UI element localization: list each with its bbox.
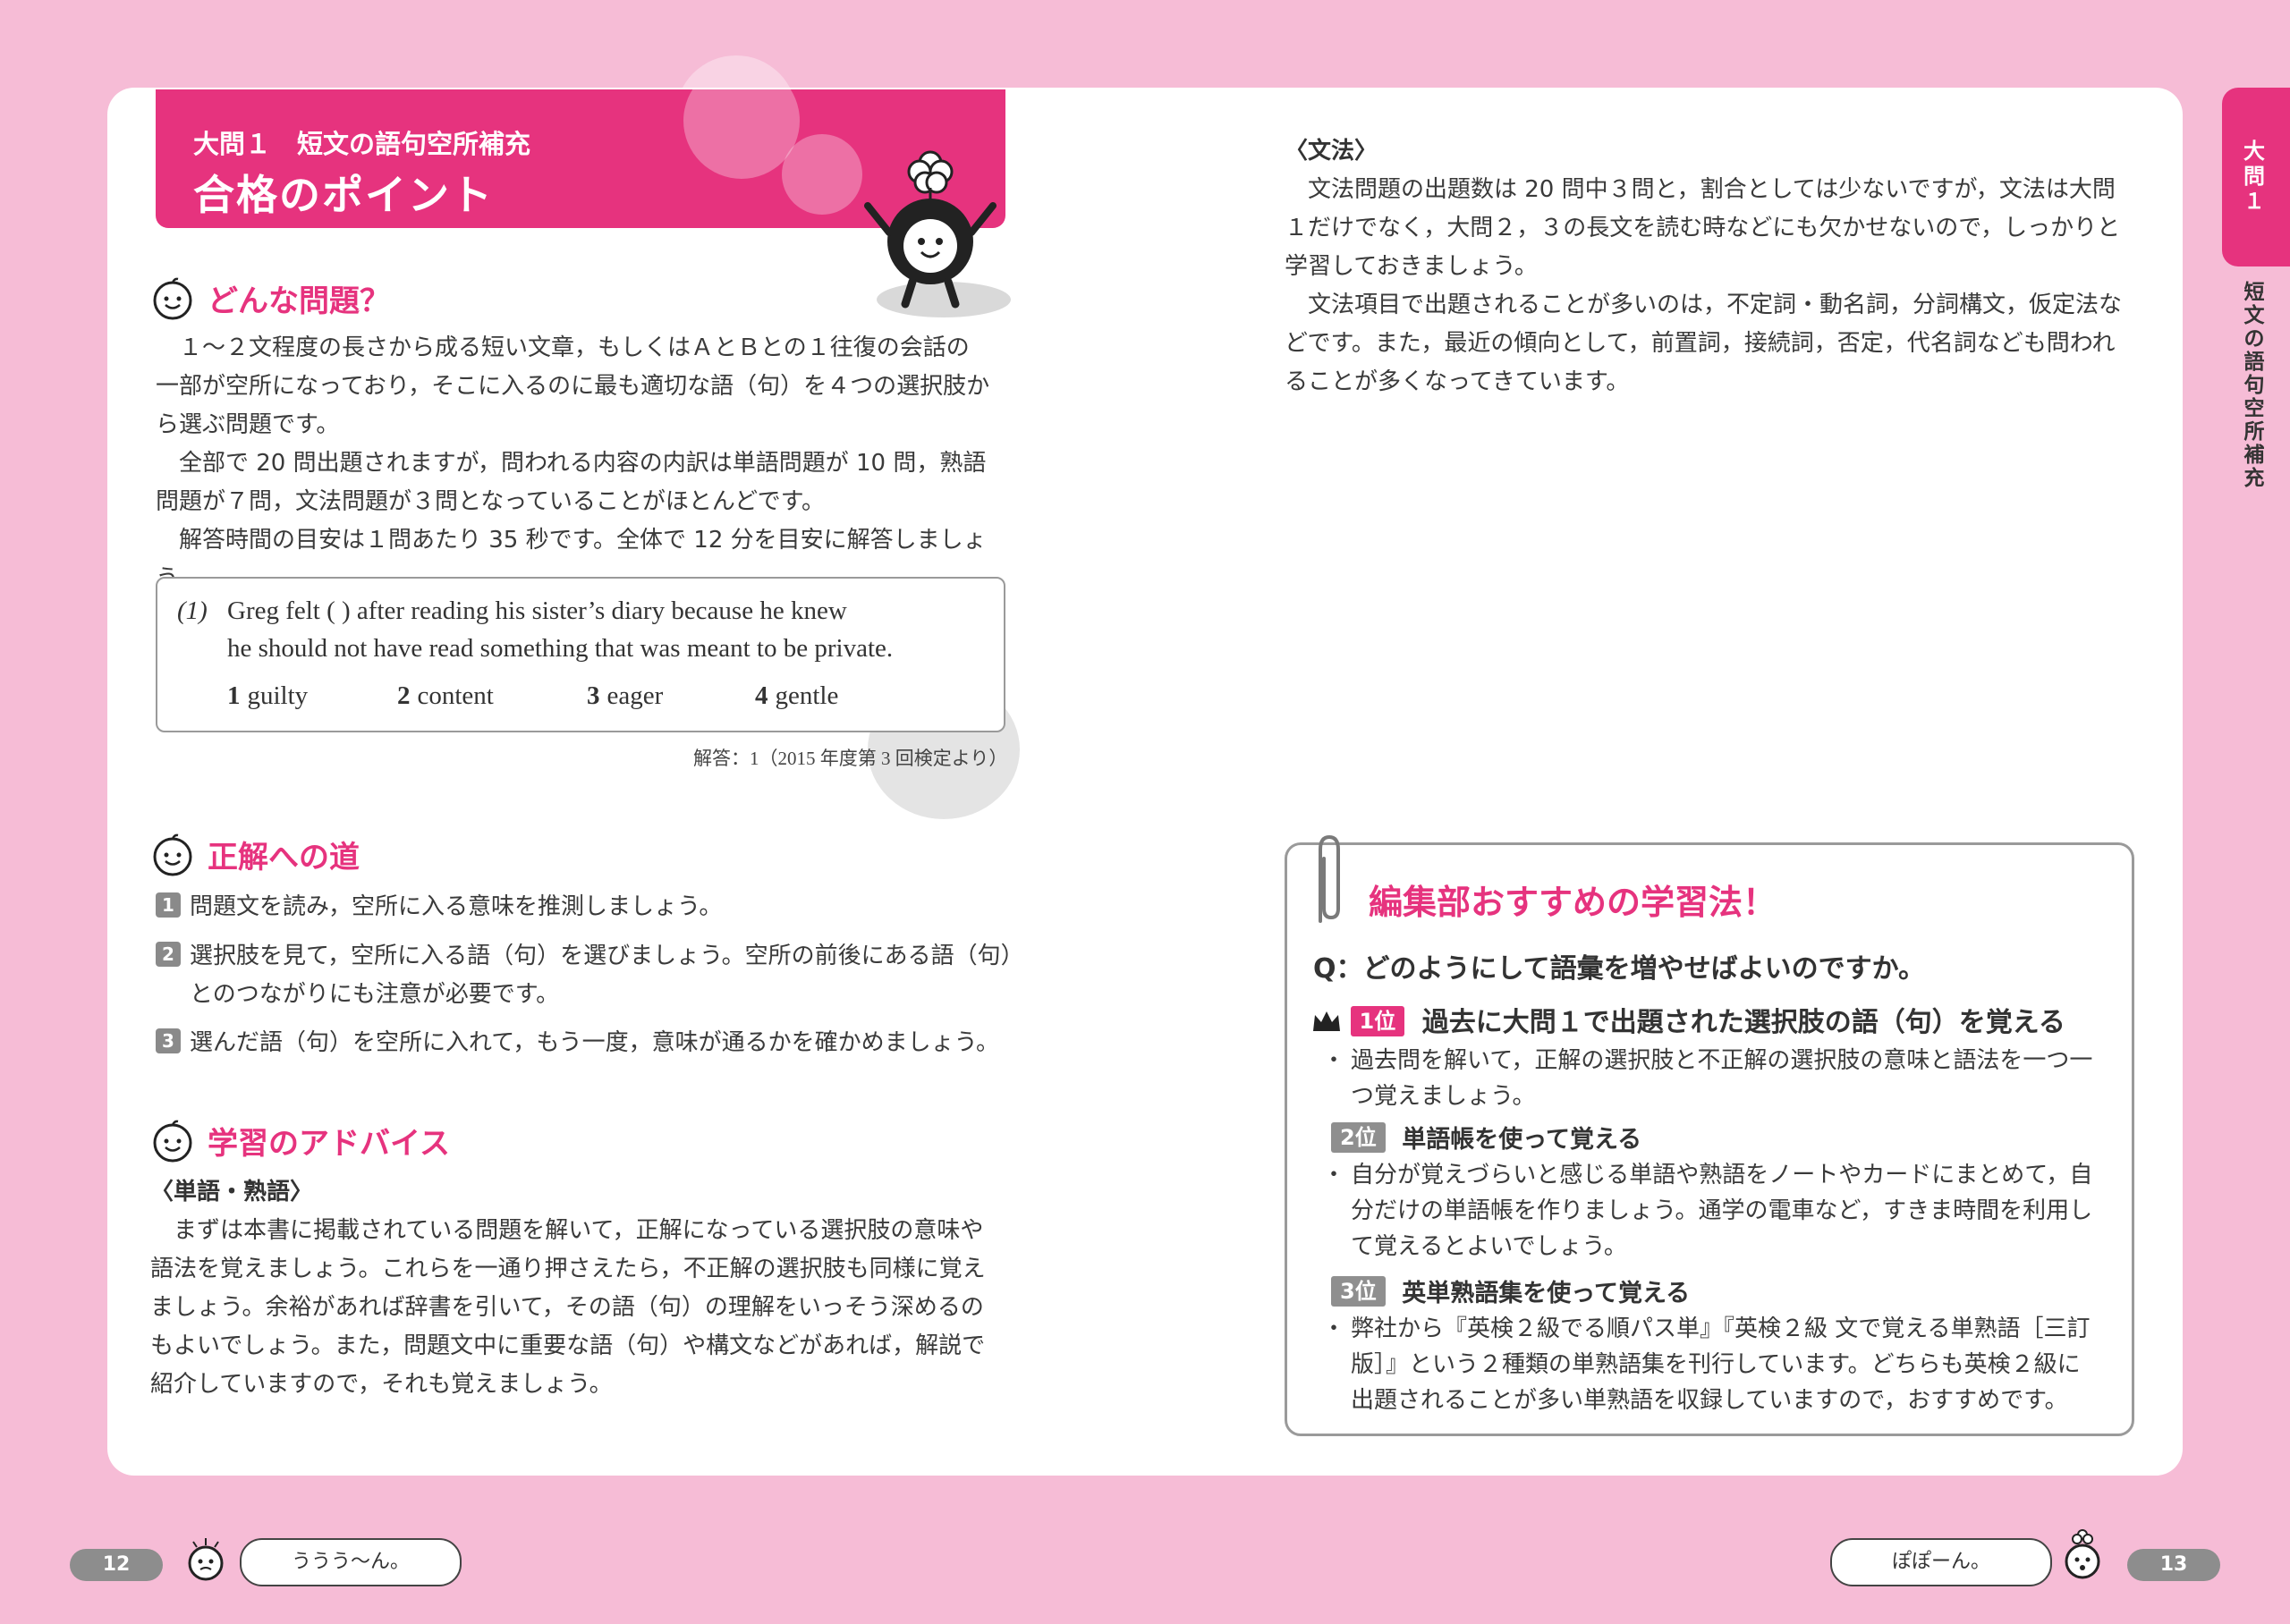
bullet-line: 過去問を解いて，正解の選択肢と不正解の選択肢の意味と語法を一つ一: [1351, 1047, 2093, 1074]
paragraph-line: 語法を覚えましょう。これらを一通り押さえたら，不正解の選択肢も同様に覚え: [150, 1256, 986, 1282]
rank-badge: 3位: [1331, 1276, 1386, 1307]
example-question-box: (1) Greg felt ( ) after reading his sist…: [156, 577, 1005, 732]
option: 4 gentle: [755, 681, 839, 710]
step-text: 選択肢を見て，空所に入る語（句）を選びましょう。空所の前後にある語（句）: [190, 943, 1024, 969]
section-title: どんな問題？: [208, 283, 390, 319]
bullet-line: 版］』という２種類の単熟語集を刊行しています。どちらも英検２級に: [1351, 1351, 2081, 1378]
paragraph-line: もよいでしょう。また，問題文中に重要な語（句）や構文などがあれば，解説で: [150, 1332, 986, 1359]
rank-heading-text: 英単熟語集を使って覚える: [1402, 1280, 1691, 1307]
what-question-body: １～２文程度の長さから成る短い文章，もしくはＡとＢとの１往復の会話の 一部が空所…: [156, 329, 1014, 598]
recommendation-title: 編集部おすすめの学習法！: [1369, 883, 1777, 922]
bullet-line: て覚えるとよいでしょう。: [1351, 1233, 1627, 1260]
section-title: 学習のアドバイス: [208, 1125, 450, 1162]
bullet-line: つ覚えましょう。: [1351, 1083, 1536, 1110]
step-text: とのつながりにも注意が必要です。: [190, 981, 560, 1008]
speech-bubble-left: ううう～ん。: [240, 1538, 462, 1586]
question-line-2: he should not have read something that w…: [227, 634, 894, 663]
section-path-to-answer: 正解への道: [150, 832, 360, 876]
vocab-advice: 〈単語・熟語〉 まずは本書に掲載されている問題を解いて，正解になっている選択肢の…: [150, 1173, 1014, 1404]
section-what-question: どんな問題？: [150, 275, 390, 320]
bullet-line: 出題されることが多い単熟語を収録していますので，おすすめです。: [1351, 1387, 2068, 1414]
smiley-icon: [153, 1120, 192, 1163]
subheading: 〈単語・熟語〉: [150, 1179, 314, 1205]
step-item: 2 選択肢を見て，空所に入る語（句）を選びましょう。空所の前後にある語（句） との…: [156, 937, 1024, 1014]
rank-badge: 1位: [1350, 1006, 1405, 1036]
rank-badge: 2位: [1331, 1122, 1386, 1153]
paragraph-line: １～２文程度の長さから成る短い文章，もしくはＡとＢとの１往復の会話の: [179, 334, 970, 361]
paragraph-line: ら選ぶ問題です。: [156, 411, 340, 438]
option: 1 guilty: [227, 681, 309, 710]
rank-2-detail: ・ 自分が覚えづらいと感じる単語や熟語をノートやカードにまとめて，自 分だけの単…: [1322, 1157, 2109, 1265]
bullet-line: 弊社から『英検２級でる順パス単』『英検２級 文で覚える単熟語［三訂: [1351, 1315, 2091, 1342]
step-item: 1 問題文を読み，空所に入る意味を推測しましょう。: [156, 888, 722, 926]
paragraph-line: まずは本書に掲載されている問題を解いて，正解になっている選択肢の意味や: [174, 1217, 984, 1244]
option: 2 content: [397, 681, 494, 710]
paragraph-line: 文法問題の出題数は 20 問中３問と，割合としては少ないですが，文法は大問: [1308, 176, 2116, 203]
step-text: 問題文を読み，空所に入る意味を推測しましょう。: [190, 893, 723, 920]
rank-1-heading: 1位 過去に大問１で出題された選択肢の語（句）を覚える: [1311, 1000, 2065, 1039]
page-number-right: 13: [2127, 1549, 2220, 1581]
mascot-small-icon: [188, 1538, 224, 1581]
rank-1-detail: ・ 過去問を解いて，正解の選択肢と不正解の選択肢の意味と語法を一つ一 つ覚えまし…: [1322, 1043, 2109, 1114]
paragraph-line: ることが多くなってきています。: [1285, 368, 1630, 395]
speech-bubble-right: ぽぽーん。: [1830, 1538, 2052, 1586]
rank-heading-text: 単語帳を使って覚える: [1402, 1126, 1642, 1154]
rank-3-heading: 3位 英単熟語集を使って覚える: [1331, 1273, 1690, 1308]
paragraph-line: ましょう。余裕があれば辞書を引いて，その語（句）の理解をいっそう深めるの: [150, 1294, 984, 1321]
paragraph-line: 問題が７問，文法問題が３問となっていることがほとんどです。: [156, 488, 826, 515]
step-number-badge: 2: [156, 942, 181, 967]
subheading: 〈文法〉: [1285, 138, 1378, 165]
mascot-illustration: [864, 150, 1011, 317]
section-study-advice: 学習のアドバイス: [150, 1118, 450, 1163]
paragraph-line: １だけでなく，大問２，３の長文を読む時などにも欠かせないので，しっかりと: [1285, 215, 2121, 241]
smiley-icon: [153, 277, 192, 320]
paragraph-line: 文法項目で出題されることが多いのは，不定詞・動名詞，分詞構文，仮定法な: [1308, 292, 2123, 318]
paragraph-line: 学習しておきましょう。: [1285, 253, 1538, 280]
step-number-badge: 3: [156, 1028, 181, 1053]
question-line-1: Greg felt ( ) after reading his sister’s…: [227, 596, 847, 625]
mascot-small-icon: [2065, 1529, 2100, 1579]
paperclip-icon: [1319, 834, 1340, 923]
header-subtitle: 大問１ 短文の語句空所補充: [193, 129, 531, 159]
recommendation-question: Q：どのようにして語彙を増やせばよいのですか。: [1313, 953, 1926, 985]
question-number: (1): [177, 596, 208, 625]
crown-icon: [1313, 1011, 1340, 1031]
paragraph-line: 全部で 20 問出題されますが，問われる内容の内訳は単語問題が 10 問，熟語: [179, 450, 987, 477]
bullet-line: 分だけの単語帳を作りましょう。通学の電車など，すきま時間を利用し: [1351, 1197, 2093, 1224]
grammar-advice: 〈文法〉 文法問題の出題数は 20 問中３問と，割合としては少ないですが，文法は…: [1285, 132, 2143, 402]
step-text: 選んだ語（句）を空所に入れて，もう一度，意味が通るかを確かめましょう。: [190, 1029, 1000, 1056]
section-title: 正解への道: [208, 839, 360, 875]
step-item: 3 選んだ語（句）を空所に入れて，もう一度，意味が通るかを確かめましょう。: [156, 1024, 999, 1062]
bullet-line: 自分が覚えづらいと感じる単語や熟語をノートやカードにまとめて，自: [1351, 1162, 2093, 1188]
answer-note: 解答：1（2015 年度第 3 回検定より）: [693, 748, 1008, 769]
smiley-icon: [153, 833, 192, 876]
option: 3 eager: [587, 681, 664, 710]
paragraph-line: どです。また，最近の傾向として，前置詞，接続詞，否定，代名詞なども問われ: [1285, 330, 2116, 357]
rank-2-heading: 2位 単語帳を使って覚える: [1331, 1120, 1641, 1155]
rank-3-detail: ・ 弊社から『英検２級でる順パス単』『英検２級 文で覚える単熟語［三訂 版］』と…: [1322, 1311, 2109, 1418]
chapter-tab-label: 大問１: [2243, 139, 2265, 214]
paragraph-line: 一部が空所になっており，そこに入るのに最も適切な語（句）を４つの選択肢か: [156, 373, 990, 400]
page-number-left: 12: [70, 1549, 163, 1581]
rank-heading-text: 過去に大問１で出題された選択肢の語（句）を覚える: [1421, 1007, 2065, 1038]
chapter-tab-title: 短文の語句空所補充: [2243, 281, 2265, 490]
answer-options: 1 guilty 2 content 3 eager 4 gentle: [227, 681, 838, 711]
step-number-badge: 1: [156, 892, 181, 918]
page-title: 合格のポイント: [193, 171, 494, 219]
paragraph-line: 紹介していますので，それも覚えましょう。: [150, 1371, 613, 1398]
